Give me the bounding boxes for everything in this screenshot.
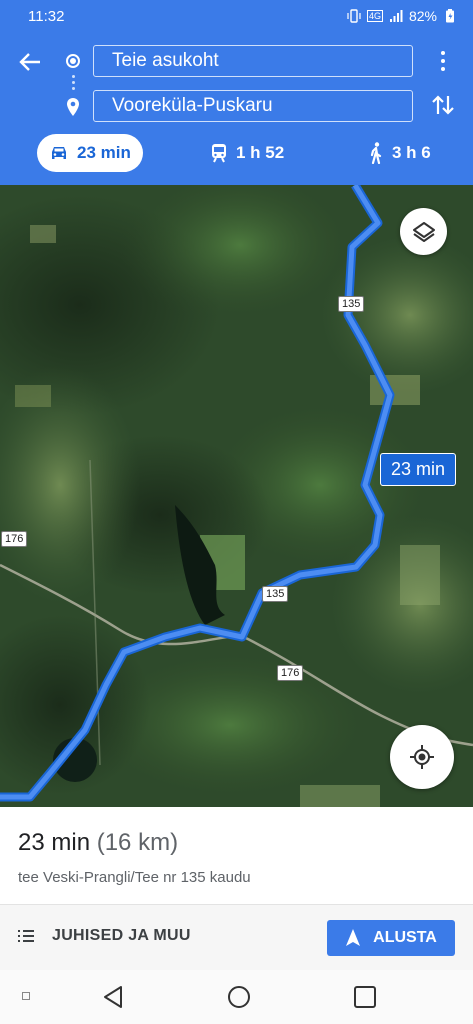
route-duration: 23 min bbox=[18, 829, 91, 856]
start-navigation-button[interactable]: ALUSTA bbox=[327, 920, 455, 956]
tab-transit[interactable]: 1 h 52 bbox=[210, 134, 284, 172]
car-icon bbox=[52, 147, 66, 159]
nav-back-button[interactable] bbox=[101, 984, 127, 1010]
nav-extra-icon[interactable] bbox=[22, 992, 30, 1000]
status-time: 11:32 bbox=[28, 7, 65, 25]
travel-mode-tabs: 23 min 1 h 52 3 h 6 bbox=[0, 134, 473, 174]
destination-field[interactable]: Vooreküla-Puskaru bbox=[93, 90, 413, 122]
back-button[interactable] bbox=[14, 48, 46, 76]
origin-field[interactable]: Teie asukoht bbox=[93, 45, 413, 77]
network-type: 4G bbox=[366, 10, 383, 22]
my-location-icon bbox=[410, 745, 434, 769]
satellite-imagery bbox=[0, 185, 473, 807]
route-distance: (16 km) bbox=[96, 829, 179, 856]
swap-button[interactable] bbox=[430, 92, 456, 118]
more-vert-icon bbox=[441, 51, 445, 55]
route-summary-title: 23 min (16 km) bbox=[18, 829, 178, 857]
steps-label: JUHISED JA MUU bbox=[52, 927, 191, 944]
navigation-arrow-icon bbox=[346, 929, 361, 946]
nav-recent-button[interactable] bbox=[352, 984, 378, 1010]
vibrate-icon bbox=[347, 9, 361, 23]
layers-icon bbox=[412, 221, 435, 242]
start-label: ALUSTA bbox=[373, 929, 437, 946]
road-shield: 135 bbox=[262, 586, 289, 602]
triangle-back-icon bbox=[104, 986, 122, 1008]
destination-text: Vooreküla-Puskaru bbox=[112, 95, 273, 116]
action-bar: JUHISED JA MUU ALUSTA bbox=[0, 904, 473, 970]
circle-home-icon bbox=[228, 986, 250, 1008]
walking-time: 3 h 6 bbox=[392, 143, 431, 162]
transit-time: 1 h 52 bbox=[236, 143, 285, 162]
map-view[interactable]: 135 135 176 176 23 min bbox=[0, 185, 473, 807]
status-icons: 4G 82% bbox=[347, 8, 457, 24]
train-icon bbox=[212, 144, 226, 163]
layers-button[interactable] bbox=[400, 208, 447, 255]
nav-home-button[interactable] bbox=[226, 984, 252, 1010]
swap-vert-icon bbox=[432, 95, 454, 115]
origin-text: Teie asukoht bbox=[112, 50, 219, 71]
list-icon bbox=[18, 930, 34, 942]
route-time-callout[interactable]: 23 min bbox=[380, 453, 457, 486]
route-summary[interactable]: 23 min (16 km) tee Veski-Prangli/Tee nr … bbox=[0, 807, 473, 904]
tab-driving[interactable]: 23 min bbox=[37, 134, 143, 172]
directions-header: Teie asukoht Vooreküla-Puskaru 23 min 1 … bbox=[0, 32, 473, 185]
status-bar: 11:32 4G 82% bbox=[0, 0, 473, 32]
my-location-button[interactable] bbox=[390, 725, 454, 789]
battery-percent: 82% bbox=[408, 8, 437, 24]
driving-time: 23 min bbox=[77, 143, 131, 162]
square-recent-icon bbox=[354, 986, 376, 1008]
road-shield: 176 bbox=[1, 531, 28, 547]
signal-icon bbox=[389, 10, 403, 22]
system-nav-bar bbox=[0, 970, 473, 1024]
steps-button[interactable]: JUHISED JA MUU bbox=[18, 927, 191, 945]
walk-icon bbox=[370, 142, 382, 164]
more-options-button[interactable] bbox=[433, 48, 453, 74]
origin-dot-icon bbox=[66, 54, 80, 68]
route-connector bbox=[72, 75, 75, 91]
tab-walking[interactable]: 3 h 6 bbox=[368, 134, 431, 172]
road-shield: 176 bbox=[277, 665, 304, 681]
battery-icon bbox=[446, 9, 454, 23]
destination-pin-icon bbox=[67, 98, 79, 116]
road-shield: 135 bbox=[338, 296, 365, 312]
route-via: tee Veski-Prangli/Tee nr 135 kaudu bbox=[18, 869, 251, 886]
arrow-back-icon bbox=[19, 53, 40, 71]
